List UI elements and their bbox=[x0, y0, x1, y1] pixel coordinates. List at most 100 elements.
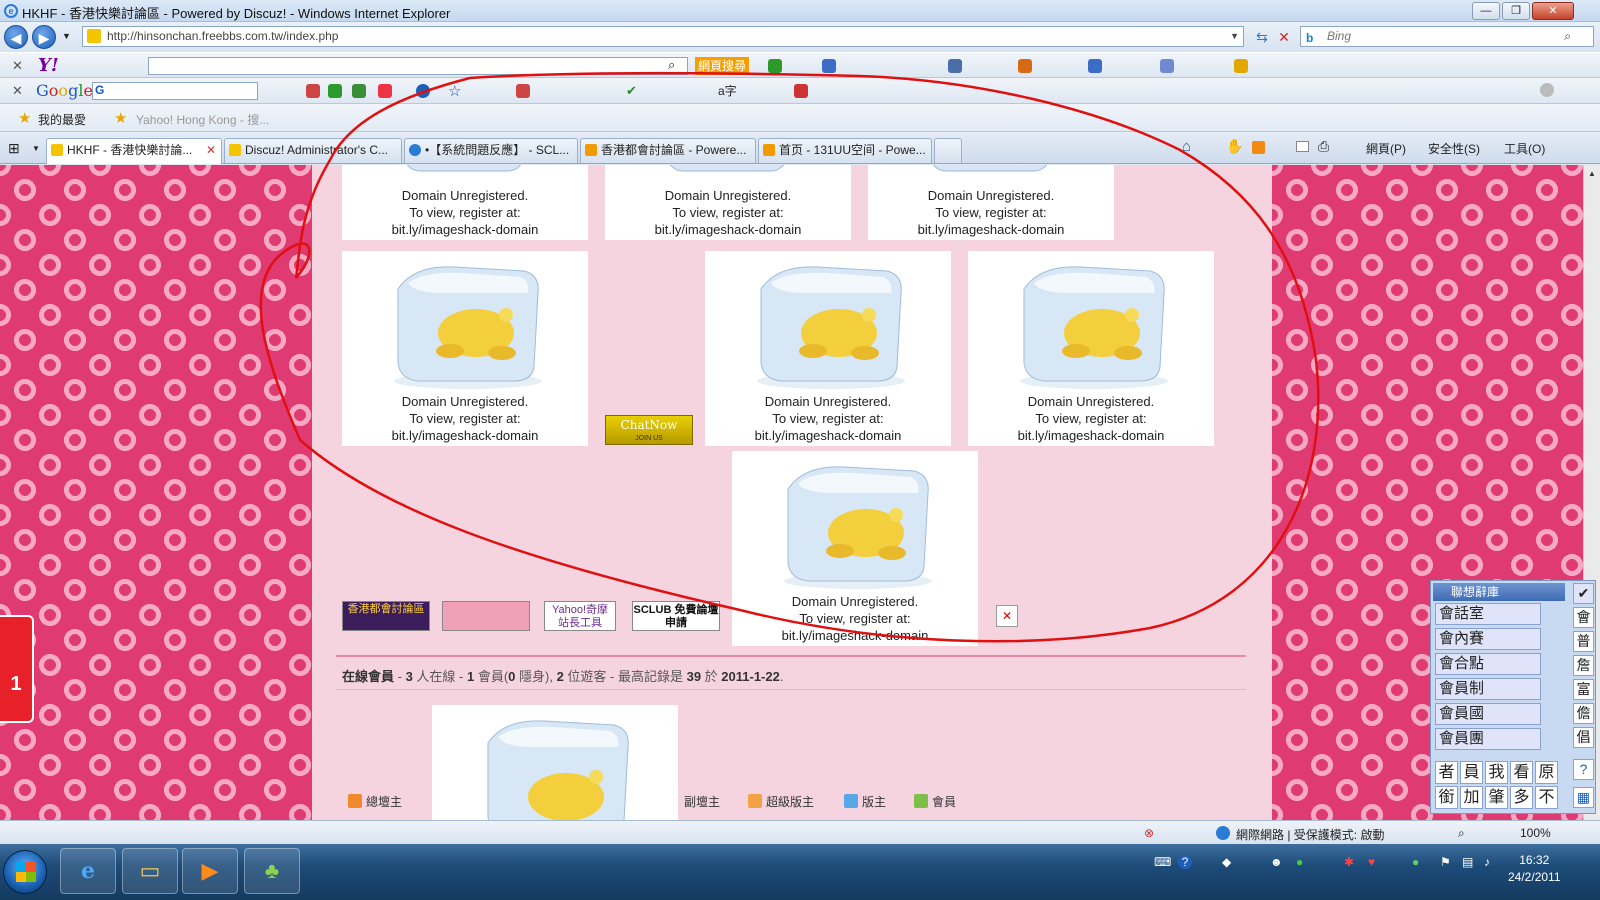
scroll-up-icon[interactable]: ▲ bbox=[1586, 169, 1598, 181]
taskbar-clock[interactable]: 16:32 24/2/2011 bbox=[1508, 852, 1561, 886]
ime-side-char[interactable]: 儋 bbox=[1573, 703, 1594, 724]
spellcheck-icon[interactable]: ✔ bbox=[626, 83, 637, 99]
favorites-star-icon[interactable]: ★ bbox=[18, 109, 31, 127]
ime-phrase[interactable]: 會合點 bbox=[1435, 653, 1541, 675]
google-logo[interactable]: Google bbox=[36, 81, 93, 100]
tab-discuz-admin[interactable]: Discuz! Administrator's C... bbox=[224, 138, 402, 163]
popup-blocker-icon[interactable] bbox=[516, 84, 530, 98]
forward-button[interactable]: ▶ bbox=[32, 25, 56, 49]
ime-phrase[interactable]: 會內賽 bbox=[1435, 628, 1541, 650]
mail-icon[interactable] bbox=[948, 59, 962, 73]
chatnow-banner[interactable]: ChatNow JOIN US bbox=[605, 415, 693, 445]
ime-char[interactable]: 加 bbox=[1460, 786, 1483, 809]
ime-side-char[interactable]: 富 bbox=[1573, 679, 1594, 700]
tray-keyboard-icon[interactable]: ⌨ bbox=[1154, 855, 1171, 869]
tray-volume-icon[interactable]: ♪ bbox=[1484, 855, 1490, 869]
toolbar-window-icon[interactable] bbox=[822, 59, 836, 73]
ime-side-char[interactable]: 詹 bbox=[1573, 655, 1594, 676]
image-placeholder[interactable]: Domain Unregistered. To view, register at… bbox=[342, 165, 588, 240]
popup-blocked-icon[interactable]: ⊗ bbox=[1144, 826, 1154, 840]
messenger-icon[interactable] bbox=[1018, 59, 1032, 73]
news-icon[interactable] bbox=[306, 84, 320, 98]
ime-phrase[interactable]: 會員制 bbox=[1435, 678, 1541, 700]
quick-tabs-icon[interactable]: ⊞ bbox=[8, 140, 20, 157]
ime-char[interactable]: 肇 bbox=[1485, 786, 1508, 809]
url-dropdown-icon[interactable]: ▼ bbox=[1230, 27, 1239, 46]
photos-icon[interactable] bbox=[1088, 59, 1102, 73]
tray-app-icon[interactable]: ☻ bbox=[1270, 855, 1283, 869]
partner-banner-sclub[interactable]: SCLUB 免費論壇申請 bbox=[632, 601, 720, 631]
partner-banner-yahoo-tools[interactable]: Yahoo!奇摩 站長工具 bbox=[544, 601, 616, 631]
partner-banner-pink[interactable] bbox=[442, 601, 530, 631]
bookmarks-icon[interactable] bbox=[378, 84, 392, 98]
image-placeholder[interactable]: Domain Unregistered. To view, register at… bbox=[732, 451, 978, 646]
ime-char[interactable]: 看 bbox=[1510, 761, 1533, 784]
safety-menu[interactable]: 安全性(S) bbox=[1428, 140, 1480, 157]
close-toolbar-icon[interactable]: ✕ bbox=[12, 58, 23, 74]
yahoo-logo[interactable]: Y! bbox=[38, 55, 59, 76]
page-menu[interactable]: 網頁(P) bbox=[1366, 140, 1406, 157]
tools-menu[interactable]: 工具(O) bbox=[1504, 140, 1545, 157]
security-zone-status[interactable]: 網際網路 | 受保護模式: 啟動 bbox=[1236, 826, 1384, 843]
url-field[interactable]: http://hinsonchan.freebbs.com.tw/index.p… bbox=[82, 26, 1244, 47]
image-placeholder[interactable]: Domain Unregistered. To view, register at… bbox=[605, 165, 851, 240]
recent-pages-dropdown-icon[interactable]: ▼ bbox=[62, 31, 71, 41]
tab-131uu[interactable]: 首页 - 131UU空间 - Powe... bbox=[758, 138, 932, 163]
tray-help-icon[interactable]: ? bbox=[1178, 855, 1192, 869]
taskbar-media-player-icon[interactable]: ▶ bbox=[182, 848, 238, 894]
minimize-button[interactable]: — bbox=[1472, 2, 1500, 20]
ime-char[interactable]: 不 bbox=[1535, 786, 1558, 809]
ime-side-char[interactable]: 普 bbox=[1573, 631, 1594, 652]
home-icon[interactable]: ⌂ bbox=[1182, 138, 1191, 155]
google-search-input[interactable]: G bbox=[92, 82, 258, 100]
maps-icon[interactable] bbox=[328, 84, 342, 98]
tray-app-icon[interactable]: ✱ bbox=[1344, 855, 1354, 869]
tray-app-icon[interactable]: ◆ bbox=[1222, 855, 1231, 869]
ime-char[interactable]: 多 bbox=[1510, 786, 1533, 809]
settings-icon[interactable] bbox=[1540, 83, 1554, 97]
refresh-icon[interactable]: ⇆ bbox=[1252, 27, 1272, 47]
image-placeholder[interactable]: Domain Unregistered. To view, register at… bbox=[705, 251, 951, 446]
favorite-link-yahoo[interactable]: Yahoo! Hong Kong - 搜... bbox=[136, 111, 269, 128]
tray-app-icon[interactable]: ♥ bbox=[1368, 855, 1375, 869]
tab-list-dropdown-icon[interactable]: ▼ bbox=[32, 144, 40, 153]
ime-side-char[interactable]: 會 bbox=[1573, 607, 1594, 628]
restore-button[interactable]: ❐ bbox=[1502, 2, 1530, 20]
image-placeholder[interactable]: Domain Unregistered. To view, register at… bbox=[342, 251, 588, 446]
ime-phrase[interactable]: 會話室 bbox=[1435, 603, 1541, 625]
ime-keyboard-icon[interactable]: ▦ bbox=[1573, 787, 1594, 808]
side-float-widget[interactable]: 1 bbox=[0, 615, 34, 723]
ime-char[interactable]: 銜 bbox=[1435, 786, 1458, 809]
rss-feed-icon[interactable] bbox=[1252, 141, 1265, 154]
image-placeholder[interactable] bbox=[432, 705, 678, 820]
games-icon[interactable] bbox=[1234, 59, 1248, 73]
stop-icon[interactable]: ✕ bbox=[1274, 27, 1294, 47]
search-icon[interactable]: ⌕ bbox=[1564, 27, 1571, 46]
ime-help-icon[interactable]: ? bbox=[1573, 759, 1594, 780]
close-toolbar-icon[interactable]: ✕ bbox=[12, 83, 23, 99]
ime-char[interactable]: 我 bbox=[1485, 761, 1508, 784]
tab-hk-metro-forum[interactable]: 香港都會討論區 - Powere... bbox=[580, 138, 756, 163]
taskbar-messenger-icon[interactable]: ♣ bbox=[244, 848, 300, 894]
close-window-button[interactable]: ✕ bbox=[1532, 2, 1574, 20]
send-to-icon[interactable] bbox=[794, 84, 808, 98]
ime-check-icon[interactable]: ✔ bbox=[1573, 583, 1594, 604]
zoom-level[interactable]: 100% bbox=[1520, 826, 1551, 840]
partner-banner-hk-metro[interactable]: 香港都會討論區 bbox=[342, 601, 430, 631]
back-button[interactable]: ◀ bbox=[4, 25, 28, 49]
tab-hkhf[interactable]: HKHF - 香港快樂討論... ✕ bbox=[46, 138, 222, 164]
search-icon[interactable]: ⌕ bbox=[668, 57, 675, 73]
favorites-button[interactable]: 我的最愛 bbox=[38, 111, 86, 128]
new-tab-button[interactable] bbox=[934, 138, 962, 163]
ime-phrase[interactable]: 會員團 bbox=[1435, 728, 1541, 750]
print-icon[interactable]: ⎙ bbox=[1318, 138, 1329, 155]
tray-app-icon[interactable]: ● bbox=[1412, 855, 1419, 869]
ime-phrase[interactable]: 會員國 bbox=[1435, 703, 1541, 725]
tray-network-icon[interactable]: ▤ bbox=[1462, 855, 1473, 869]
taskbar-ie-icon[interactable]: e bbox=[60, 848, 116, 894]
translate-icon[interactable] bbox=[352, 84, 366, 98]
read-mail-icon[interactable] bbox=[1296, 141, 1309, 152]
search-field[interactable]: b Bing ⌕ bbox=[1300, 26, 1594, 47]
ime-side-char[interactable]: 倡 bbox=[1573, 727, 1594, 748]
tab-system-issues[interactable]: •【系統問題反應】 - SCL... bbox=[404, 138, 578, 163]
